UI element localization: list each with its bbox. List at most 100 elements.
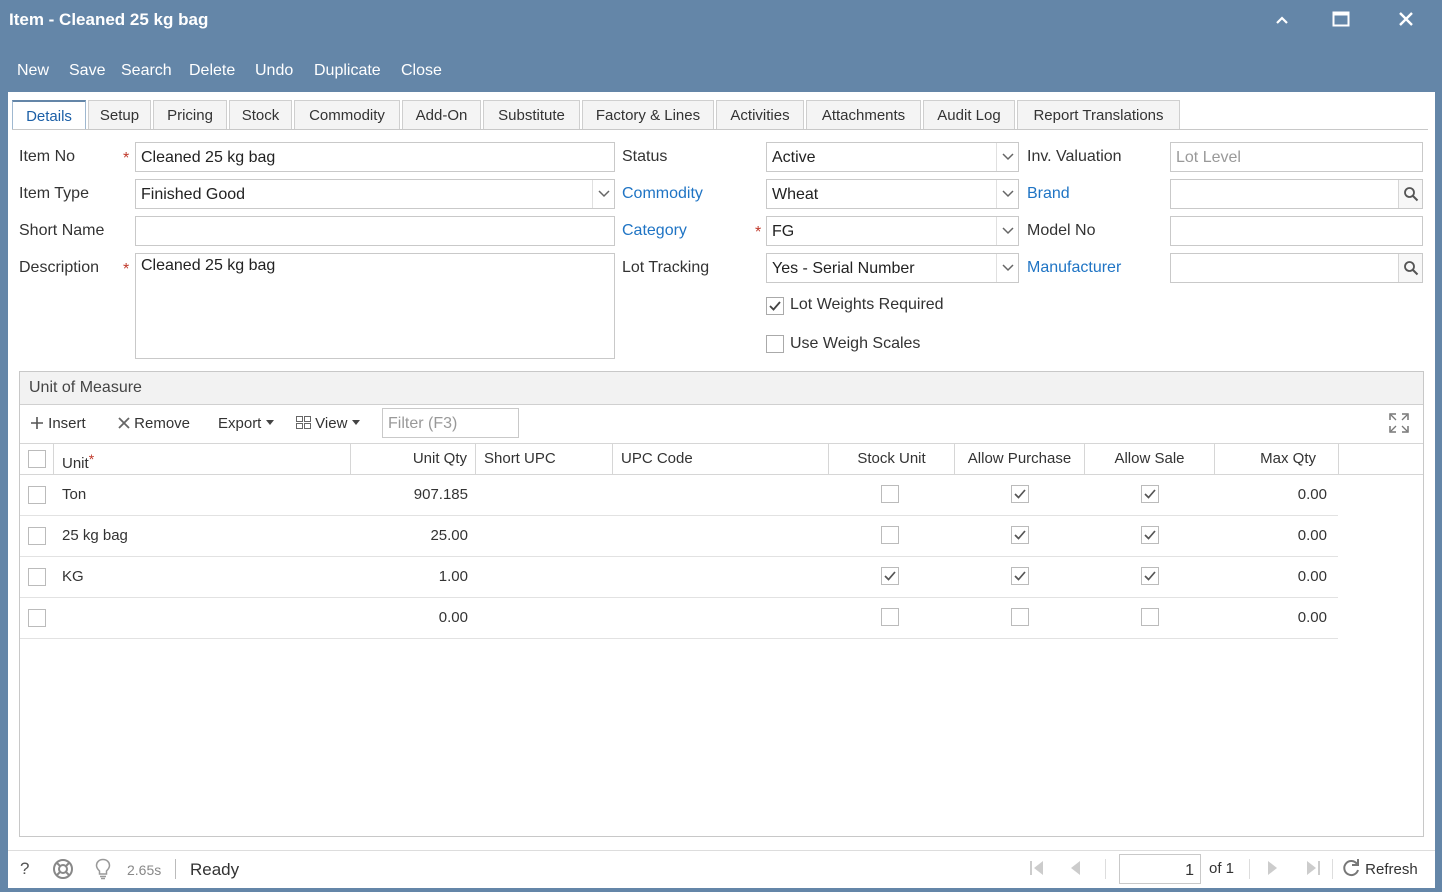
- unit-cell[interactable]: 25 kg bag: [54, 516, 351, 556]
- unit-cell[interactable]: [54, 598, 351, 638]
- search-button[interactable]: Search: [121, 62, 172, 80]
- expand-grid-button[interactable]: [1389, 413, 1409, 437]
- lot-weights-required-checkbox[interactable]: [766, 297, 784, 315]
- category-select[interactable]: FG: [766, 216, 1019, 246]
- remove-button[interactable]: Remove: [118, 415, 190, 432]
- upc-code-cell[interactable]: [613, 598, 829, 638]
- maximize-button[interactable]: [1326, 6, 1356, 32]
- tab-factory-lines[interactable]: Factory & Lines: [582, 100, 714, 130]
- stock-unit-checkbox[interactable]: [881, 567, 899, 585]
- model-no-field[interactable]: [1170, 216, 1423, 246]
- idea-button[interactable]: [95, 858, 111, 884]
- allow-purchase-checkbox[interactable]: [1011, 567, 1029, 585]
- column-unit[interactable]: Unit*: [54, 444, 351, 474]
- last-page-button[interactable]: [1305, 860, 1321, 880]
- refresh-button[interactable]: Refresh: [1341, 858, 1418, 878]
- description-textarea[interactable]: Cleaned 25 kg bag: [135, 253, 615, 359]
- column-max-qty[interactable]: Max Qty: [1215, 444, 1339, 474]
- max-qty-cell[interactable]: 0.00: [1215, 598, 1339, 638]
- row-select-checkbox[interactable]: [28, 568, 46, 586]
- table-row[interactable]: KG 1.00 0.00: [20, 557, 1338, 598]
- stock-unit-checkbox[interactable]: [881, 608, 899, 626]
- tab-pricing[interactable]: Pricing: [153, 100, 227, 130]
- unit-qty-cell[interactable]: 0.00: [351, 598, 476, 638]
- allow-sale-checkbox[interactable]: [1141, 608, 1159, 626]
- select-all-checkbox[interactable]: [28, 450, 46, 468]
- manufacturer-link[interactable]: Manufacturer: [1027, 259, 1121, 277]
- search-icon[interactable]: [1398, 180, 1422, 208]
- stock-unit-checkbox[interactable]: [881, 526, 899, 544]
- max-qty-cell[interactable]: 0.00: [1215, 475, 1339, 515]
- chevron-down-icon[interactable]: [996, 254, 1018, 282]
- view-button[interactable]: View: [296, 415, 360, 432]
- tab-setup[interactable]: Setup: [88, 100, 151, 130]
- manufacturer-field[interactable]: [1170, 253, 1423, 283]
- search-icon[interactable]: [1398, 254, 1422, 282]
- unit-qty-cell[interactable]: 25.00: [351, 516, 476, 556]
- row-select-checkbox[interactable]: [28, 527, 46, 545]
- undo-button[interactable]: Undo: [255, 62, 293, 80]
- chevron-down-icon[interactable]: [996, 143, 1018, 171]
- new-button[interactable]: New: [17, 62, 49, 80]
- use-weigh-scales-checkbox[interactable]: [766, 335, 784, 353]
- allow-sale-checkbox[interactable]: [1141, 567, 1159, 585]
- column-short-upc[interactable]: Short UPC: [476, 444, 613, 474]
- help-button[interactable]: ?: [20, 859, 29, 879]
- upc-code-cell[interactable]: [613, 557, 829, 597]
- save-button[interactable]: Save: [69, 62, 105, 80]
- upc-code-cell[interactable]: [613, 516, 829, 556]
- chevron-down-icon[interactable]: [592, 180, 614, 208]
- duplicate-button[interactable]: Duplicate: [314, 62, 381, 80]
- lot-tracking-select[interactable]: Yes - Serial Number: [766, 253, 1019, 283]
- item-no-field[interactable]: Cleaned 25 kg bag: [135, 142, 615, 172]
- tab-report-translations[interactable]: Report Translations: [1017, 100, 1180, 130]
- tab-commodity[interactable]: Commodity: [294, 100, 400, 130]
- commodity-select[interactable]: Wheat: [766, 179, 1019, 209]
- unit-cell[interactable]: Ton: [54, 475, 351, 515]
- max-qty-cell[interactable]: 0.00: [1215, 557, 1339, 597]
- allow-sale-checkbox[interactable]: [1141, 526, 1159, 544]
- allow-purchase-checkbox[interactable]: [1011, 526, 1029, 544]
- next-page-button[interactable]: [1267, 860, 1279, 880]
- tab-details[interactable]: Details: [12, 100, 86, 130]
- column-allow-purchase[interactable]: Allow Purchase: [955, 444, 1085, 474]
- short-upc-cell[interactable]: [476, 557, 613, 597]
- tab-substitute[interactable]: Substitute: [483, 100, 580, 130]
- column-unit-qty[interactable]: Unit Qty: [351, 444, 476, 474]
- allow-purchase-checkbox[interactable]: [1011, 608, 1029, 626]
- tab-add-on[interactable]: Add-On: [402, 100, 481, 130]
- short-upc-cell[interactable]: [476, 516, 613, 556]
- chevron-down-icon[interactable]: [996, 217, 1018, 245]
- close-window-button[interactable]: [1391, 6, 1421, 32]
- first-page-button[interactable]: [1029, 860, 1045, 880]
- max-qty-cell[interactable]: 0.00: [1215, 516, 1339, 556]
- short-upc-cell[interactable]: [476, 598, 613, 638]
- column-upc-code[interactable]: UPC Code: [613, 444, 829, 474]
- allow-purchase-checkbox[interactable]: [1011, 485, 1029, 503]
- collapse-button[interactable]: [1267, 6, 1297, 32]
- short-upc-cell[interactable]: [476, 475, 613, 515]
- tab-activities[interactable]: Activities: [716, 100, 804, 130]
- status-select[interactable]: Active: [766, 142, 1019, 172]
- unit-cell[interactable]: KG: [54, 557, 351, 597]
- insert-button[interactable]: Insert: [30, 415, 86, 432]
- inv-valuation-field[interactable]: Lot Level: [1170, 142, 1423, 172]
- delete-button[interactable]: Delete: [189, 62, 235, 80]
- category-link[interactable]: Category: [622, 222, 687, 240]
- commodity-link[interactable]: Commodity: [622, 185, 703, 203]
- chevron-down-icon[interactable]: [996, 180, 1018, 208]
- column-stock-unit[interactable]: Stock Unit: [829, 444, 955, 474]
- tab-audit-log[interactable]: Audit Log: [923, 100, 1015, 130]
- allow-sale-checkbox[interactable]: [1141, 485, 1159, 503]
- upc-code-cell[interactable]: [613, 475, 829, 515]
- table-row[interactable]: Ton 907.185 0.00: [20, 475, 1338, 516]
- tab-stock[interactable]: Stock: [229, 100, 292, 130]
- previous-page-button[interactable]: [1069, 860, 1081, 880]
- table-row[interactable]: 25 kg bag 25.00 0.00: [20, 516, 1338, 557]
- tab-attachments[interactable]: Attachments: [806, 100, 921, 130]
- short-name-field[interactable]: [135, 216, 615, 246]
- row-select-checkbox[interactable]: [28, 486, 46, 504]
- close-button[interactable]: Close: [401, 62, 442, 80]
- export-button[interactable]: Export: [218, 415, 274, 432]
- column-allow-sale[interactable]: Allow Sale: [1085, 444, 1215, 474]
